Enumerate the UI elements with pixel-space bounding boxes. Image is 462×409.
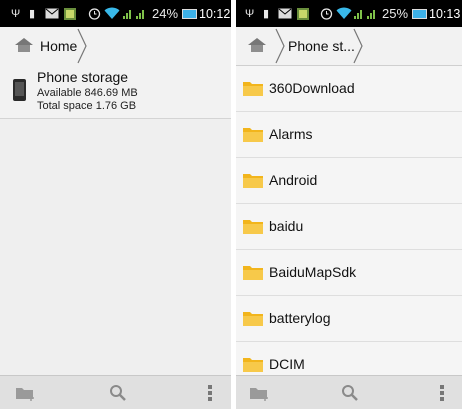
folder-label: 360Download: [269, 80, 355, 96]
mail-icon: [278, 0, 292, 27]
folder-icon: [243, 218, 263, 234]
folder-label: BaiduMapSdk: [269, 264, 357, 280]
folder-icon: [243, 126, 263, 142]
folder-label: batterylog: [269, 310, 331, 326]
folder-item[interactable]: baidu: [236, 204, 462, 250]
battery-percent: 24%: [152, 6, 179, 21]
status-bar: Ψ ▮ 24% 10:12: [0, 0, 231, 27]
breadcrumb: Home: [0, 27, 231, 66]
breadcrumb-separator: [77, 28, 87, 64]
clock: 10:13: [429, 6, 461, 21]
storage-total: Total space 1.76 GB: [37, 100, 137, 112]
new-folder-icon[interactable]: [240, 376, 280, 409]
folder-item[interactable]: batterylog: [236, 296, 462, 342]
sd-icon: ▮: [29, 8, 36, 20]
signal-icon: [123, 0, 147, 27]
phone-storage-screen: Ψ ▮ 25% 10:13 Phone st... 360Download Ala…: [236, 0, 462, 409]
breadcrumb-home[interactable]: Home: [40, 27, 77, 65]
clock: 10:12: [199, 6, 231, 21]
overflow-menu-icon[interactable]: [190, 376, 230, 409]
battery-percent: 25%: [382, 6, 409, 21]
alarm-icon: [88, 0, 101, 27]
storage-title: Phone storage: [37, 69, 129, 85]
battery-icon: [182, 0, 197, 27]
folder-label: DCIM: [269, 356, 305, 372]
folder-label: Android: [269, 172, 318, 188]
folder-icon: [243, 80, 263, 96]
folder-item[interactable]: 360Download: [236, 66, 462, 112]
breadcrumb: Phone st...: [236, 27, 462, 66]
home-icon[interactable]: [247, 37, 267, 53]
usb-icon: Ψ: [245, 7, 255, 20]
alarm-icon: [320, 0, 333, 27]
folder-icon: [243, 356, 263, 372]
usb-icon: Ψ: [11, 7, 21, 20]
phone-icon: [13, 79, 26, 101]
image-icon: [297, 0, 309, 27]
status-bar: Ψ ▮ 25% 10:13: [236, 0, 462, 27]
bottom-action-bar: [0, 375, 231, 409]
wifi-icon: [104, 0, 120, 27]
phone-storage-item[interactable]: Phone storage Available 846.69 MB Total …: [0, 65, 231, 119]
breadcrumb-phone-storage[interactable]: Phone st...: [288, 27, 355, 65]
battery-icon: [412, 0, 427, 27]
breadcrumb-separator: [275, 28, 285, 64]
folder-icon: [243, 264, 263, 280]
bottom-action-bar: [236, 375, 462, 409]
overflow-menu-icon[interactable]: [422, 376, 462, 409]
search-icon[interactable]: [98, 376, 138, 409]
mail-icon: [45, 0, 59, 27]
folder-item[interactable]: Alarms: [236, 112, 462, 158]
image-icon: [64, 0, 76, 27]
wifi-icon: [336, 0, 352, 27]
home-screen: Ψ ▮ 24% 10:12 Home Phone storage Availab…: [0, 0, 231, 409]
folder-icon: [243, 310, 263, 326]
folder-icon: [243, 172, 263, 188]
home-icon[interactable]: [14, 37, 34, 53]
new-folder-icon[interactable]: [6, 376, 46, 409]
folder-label: baidu: [269, 218, 304, 234]
folder-label: Alarms: [269, 126, 313, 142]
storage-available: Available 846.69 MB: [37, 87, 138, 99]
sd-icon: ▮: [263, 8, 270, 20]
breadcrumb-separator: [353, 28, 363, 64]
folder-item[interactable]: Android: [236, 158, 462, 204]
search-icon[interactable]: [330, 376, 370, 409]
folder-list: 360Download Alarms Android baidu BaiduMapSdk…: [236, 66, 462, 388]
folder-item[interactable]: BaiduMapSdk: [236, 250, 462, 296]
signal-icon: [354, 0, 378, 27]
